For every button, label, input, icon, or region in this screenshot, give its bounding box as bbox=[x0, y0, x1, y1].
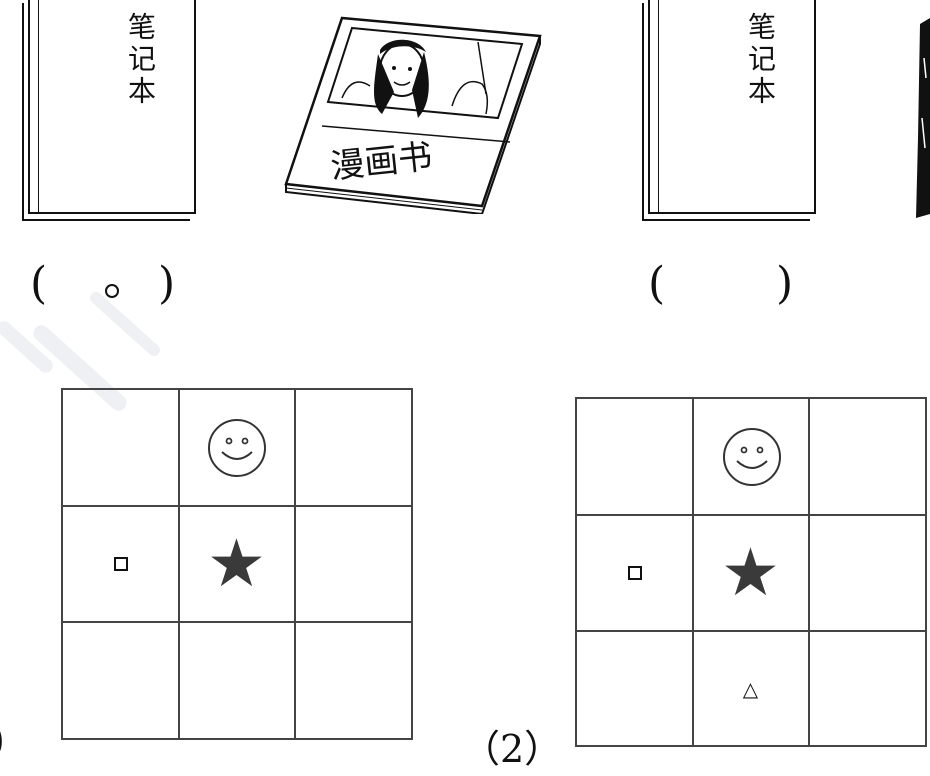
notebook-illustration: 笔记本 bbox=[28, 0, 196, 214]
square-icon bbox=[63, 506, 178, 621]
grid-2: ★ △ bbox=[575, 397, 927, 747]
answer-paren-close: ) bbox=[158, 258, 176, 309]
answer-paren-open: ( bbox=[648, 258, 666, 309]
problem-number-label: （2） bbox=[462, 727, 563, 771]
smiley-face-icon bbox=[208, 419, 266, 477]
notebook-spine bbox=[38, 0, 39, 212]
notebook-label: 笔记本 bbox=[124, 12, 157, 108]
answer-paren-close: ) bbox=[776, 258, 794, 309]
square-icon bbox=[577, 515, 692, 630]
star-icon: ★ bbox=[720, 533, 781, 611]
triangle-icon: △ bbox=[742, 676, 759, 701]
watermark-stroke bbox=[87, 289, 163, 359]
smiley-face-icon bbox=[723, 428, 781, 486]
grid-1: ★ bbox=[61, 388, 413, 740]
comic-book-partial-illustration bbox=[916, 18, 930, 218]
star-icon: ★ bbox=[206, 524, 267, 602]
answer-circle-mark bbox=[105, 284, 119, 298]
answer-paren-open: ( bbox=[30, 258, 48, 309]
problem-number-label: ) bbox=[0, 718, 5, 762]
notebook-label: 笔记本 bbox=[744, 12, 777, 108]
notebook-spine bbox=[658, 0, 659, 212]
notebook-illustration: 笔记本 bbox=[648, 0, 816, 214]
comic-book-illustration bbox=[284, 16, 542, 214]
